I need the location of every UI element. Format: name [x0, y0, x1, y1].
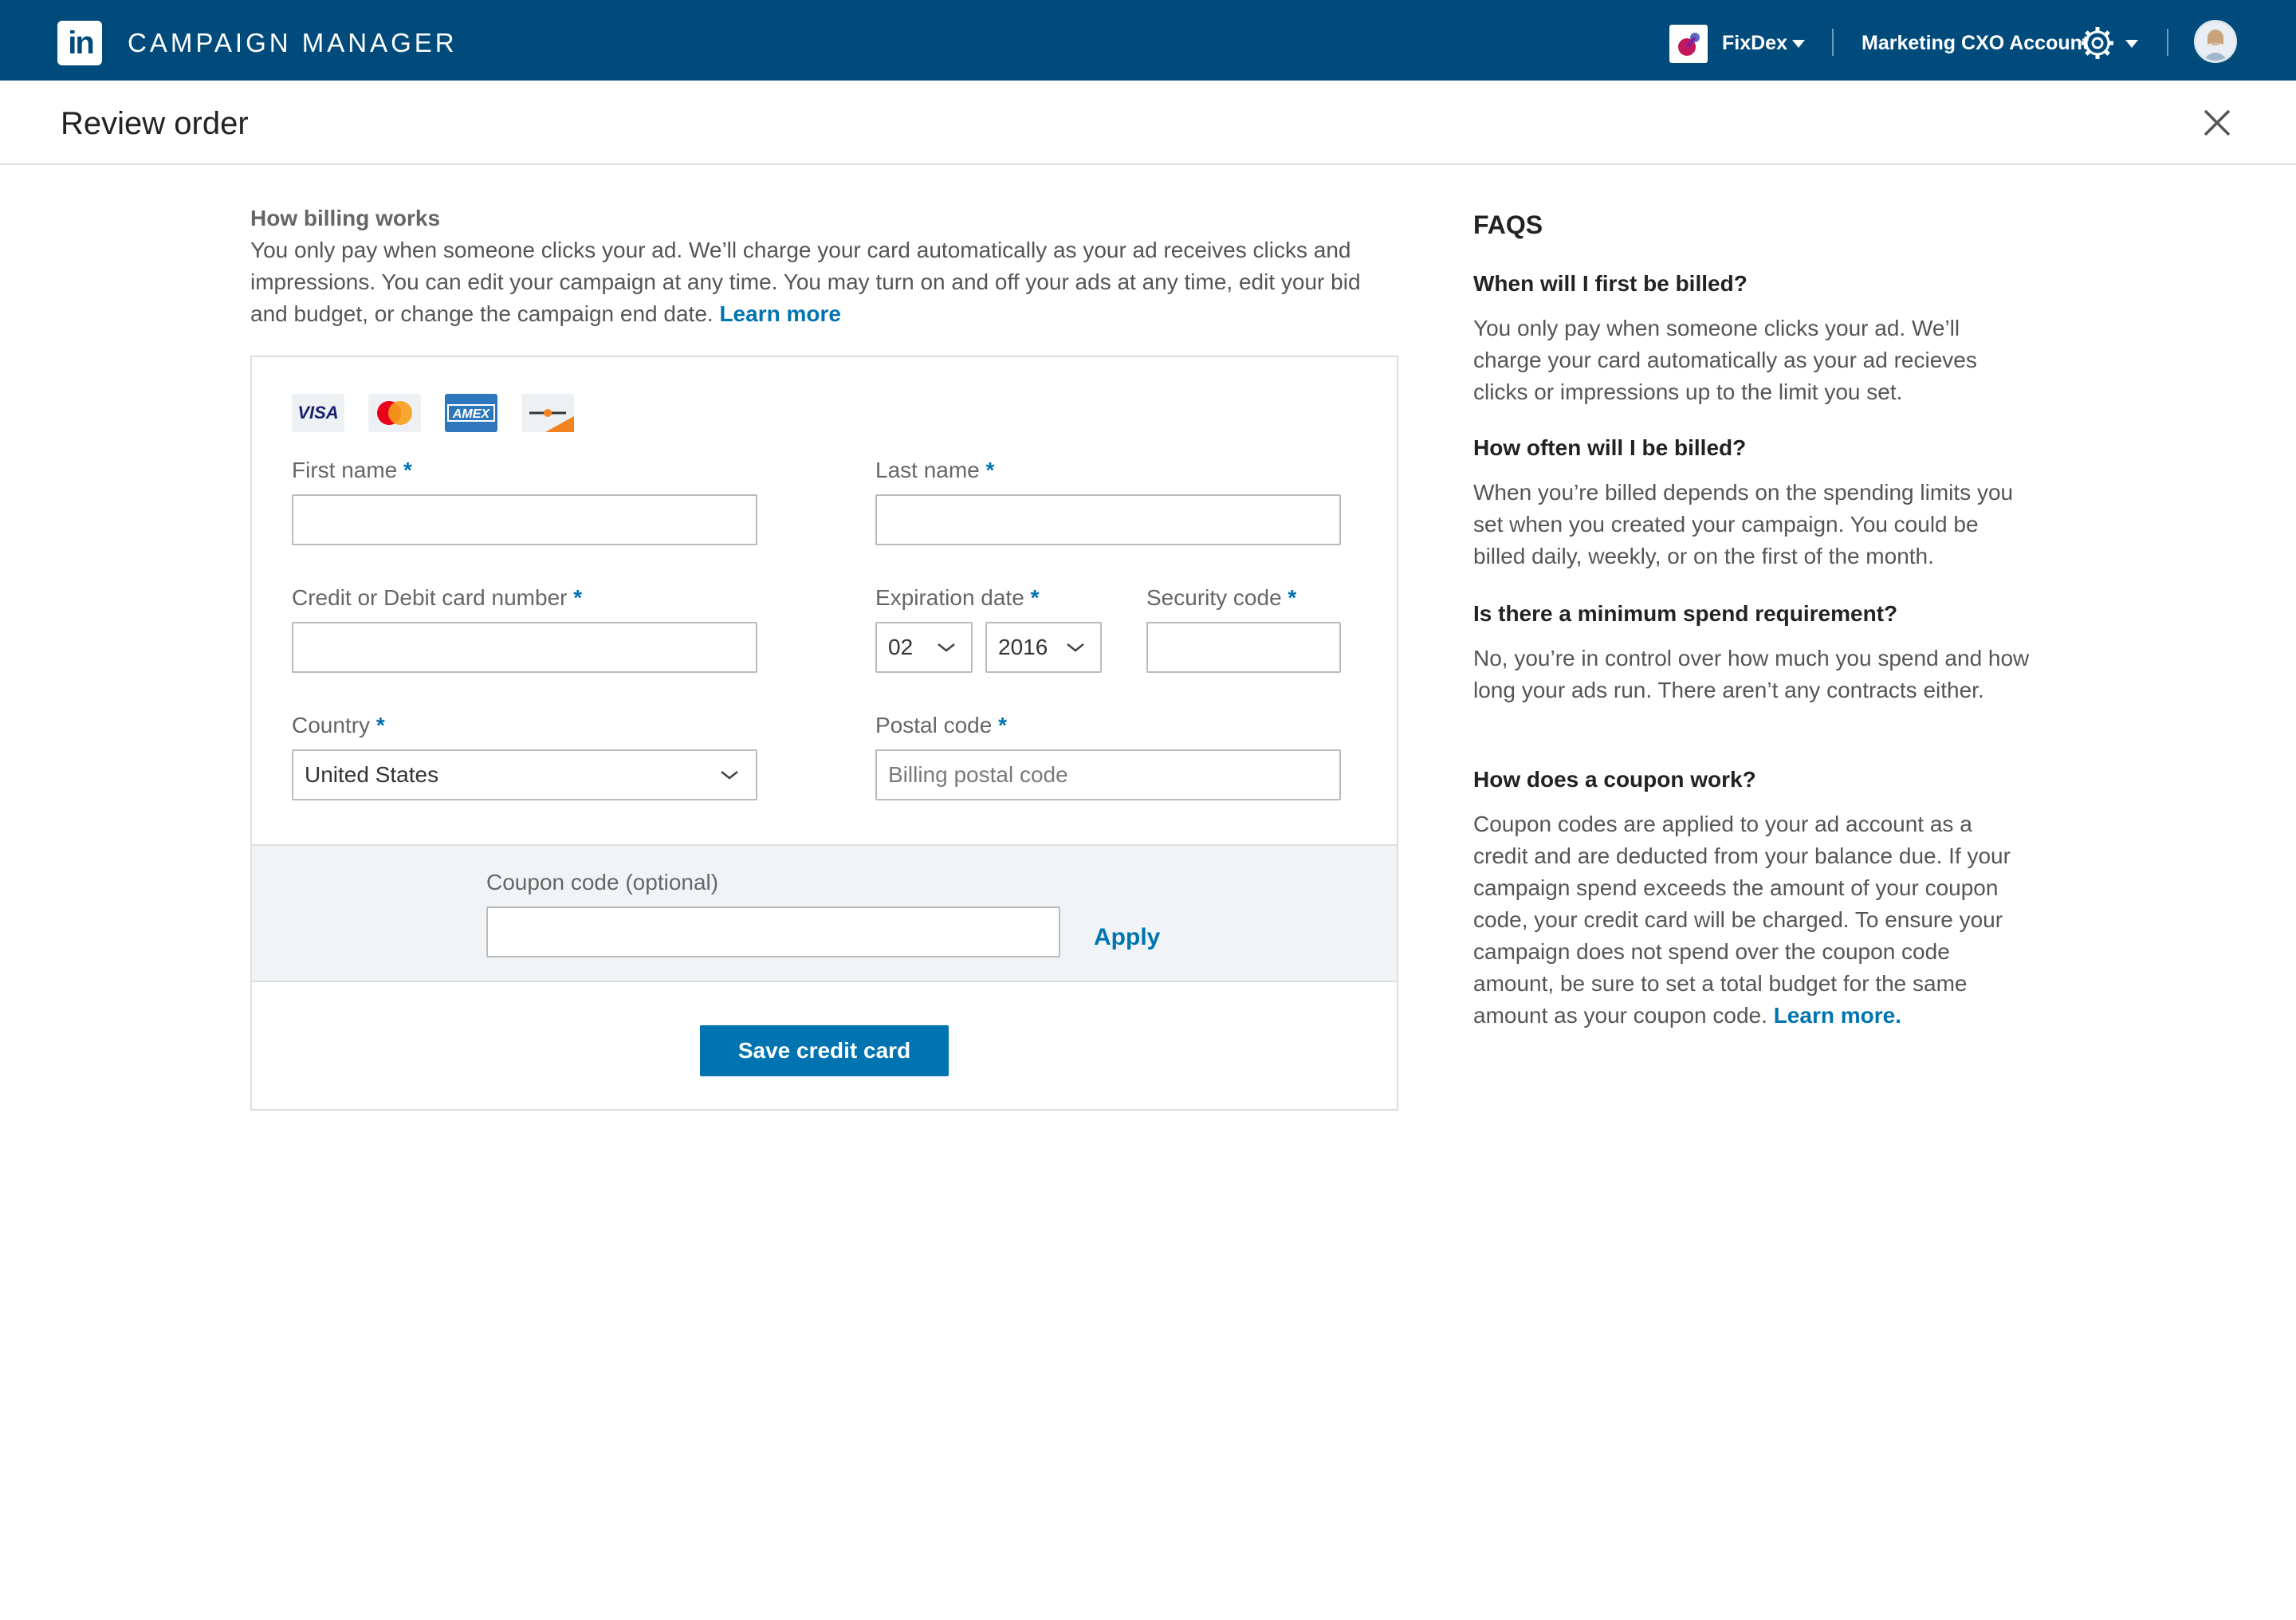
- chevron-down-icon: [1067, 643, 1084, 652]
- security-code-field[interactable]: [1146, 622, 1341, 673]
- faq-question: How often will I be billed?: [1473, 435, 1747, 460]
- page-title: Review order: [61, 106, 249, 141]
- page-header: Review order: [0, 81, 2296, 165]
- svg-text:AMEX: AMEX: [452, 407, 491, 421]
- faq-answer: No, you’re in control over how much you …: [1473, 646, 2030, 702]
- last-name-label-text: Last name: [875, 458, 980, 482]
- app-title: CAMPAIGN MANAGER: [128, 28, 458, 57]
- faq-answer: When you’re billed depends on the spendi…: [1473, 480, 2014, 568]
- expiration-month-select[interactable]: 02: [875, 622, 973, 673]
- chevron-down-icon: [721, 771, 738, 780]
- save-credit-card-button[interactable]: Save credit card: [700, 1025, 949, 1076]
- country-value: United States: [305, 762, 439, 787]
- required-mark: *: [573, 585, 583, 610]
- required-mark: *: [985, 458, 995, 482]
- apply-coupon-button[interactable]: Apply: [1094, 923, 1160, 952]
- last-name-label: Last name *: [875, 456, 994, 485]
- coupon-code-label: Coupon code (optional): [486, 870, 719, 895]
- faq-question: How does a coupon work?: [1473, 767, 1756, 792]
- required-mark: *: [1030, 585, 1040, 610]
- postal-code-label: Postal code *: [875, 711, 1007, 740]
- expiration-year-select[interactable]: 2016: [985, 622, 1102, 673]
- required-mark: *: [403, 458, 412, 482]
- mastercard-icon: [368, 394, 421, 432]
- account-switcher[interactable]: Marketing CXO Account: [1862, 30, 2089, 56]
- country-label-text: Country: [292, 713, 371, 737]
- faq-answer-text: Coupon codes are applied to your ad acco…: [1473, 812, 2011, 1028]
- linkedin-logo[interactable]: in: [57, 21, 102, 65]
- card-number-label: Credit or Debit card number *: [292, 584, 582, 612]
- chevron-down-icon: [938, 643, 955, 652]
- required-mark: *: [998, 713, 1008, 737]
- company-switcher[interactable]: FixDex: [1722, 30, 1787, 56]
- divider: [1832, 29, 1834, 56]
- billing-heading: How billing works: [250, 206, 441, 230]
- first-name-label: First name *: [292, 456, 412, 485]
- country-label: Country *: [292, 711, 385, 740]
- required-mark: *: [1288, 585, 1297, 610]
- expiration-month-value: 02: [888, 635, 914, 659]
- amex-icon: AMEX: [445, 394, 497, 432]
- settings-chevron-down-icon[interactable]: [2125, 40, 2138, 48]
- svg-text:VISA: VISA: [297, 403, 338, 423]
- credit-card-form: VISA AMEX First name * Last name * Credi…: [250, 356, 1398, 1111]
- company-chevron-down-icon[interactable]: [1792, 40, 1805, 48]
- company-logo-icon[interactable]: [1669, 25, 1708, 63]
- postal-code-field[interactable]: Billing postal code: [875, 749, 1341, 800]
- first-name-field[interactable]: [292, 494, 757, 545]
- billing-learn-more-link[interactable]: Learn more: [719, 301, 841, 326]
- last-name-field[interactable]: [875, 494, 1341, 545]
- expiration-year-value: 2016: [998, 635, 1048, 659]
- first-name-label-text: First name: [292, 458, 398, 482]
- faq-question: Is there a minimum spend requirement?: [1473, 601, 1898, 626]
- card-number-label-text: Credit or Debit card number: [292, 585, 568, 610]
- discover-icon: [521, 394, 574, 432]
- faq-learn-more-link[interactable]: Learn more.: [1774, 1003, 1901, 1028]
- linkedin-logo-text: in: [68, 26, 95, 61]
- coupon-section: Coupon code (optional) Apply: [252, 844, 1397, 982]
- top-navigation-bar: in CAMPAIGN MANAGER FixDex Marketing CXO…: [0, 0, 2296, 81]
- expiration-date-label-text: Expiration date: [875, 585, 1024, 610]
- country-select[interactable]: United States: [292, 749, 757, 800]
- faq-answer-coupon: Coupon codes are applied to your ad acco…: [1473, 808, 2031, 1032]
- security-code-label-text: Security code: [1146, 585, 1282, 610]
- visa-icon: VISA: [292, 394, 344, 432]
- gear-icon[interactable]: [2079, 25, 2116, 61]
- faq-question: When will I first be billed?: [1473, 271, 1748, 296]
- close-icon[interactable]: [2200, 106, 2234, 140]
- avatar[interactable]: [2194, 20, 2237, 63]
- card-number-field[interactable]: [292, 622, 757, 673]
- faq-answer: You only pay when someone clicks your ad…: [1473, 316, 1977, 404]
- security-code-label: Security code *: [1146, 584, 1296, 612]
- postal-code-label-text: Postal code: [875, 713, 993, 737]
- faq-title: FAQS: [1473, 210, 1543, 239]
- expiration-date-label: Expiration date *: [875, 584, 1039, 612]
- required-mark: *: [375, 713, 385, 737]
- coupon-code-field[interactable]: [486, 906, 1060, 957]
- billing-description: You only pay when someone clicks your ad…: [250, 234, 1382, 330]
- divider: [2167, 29, 2168, 56]
